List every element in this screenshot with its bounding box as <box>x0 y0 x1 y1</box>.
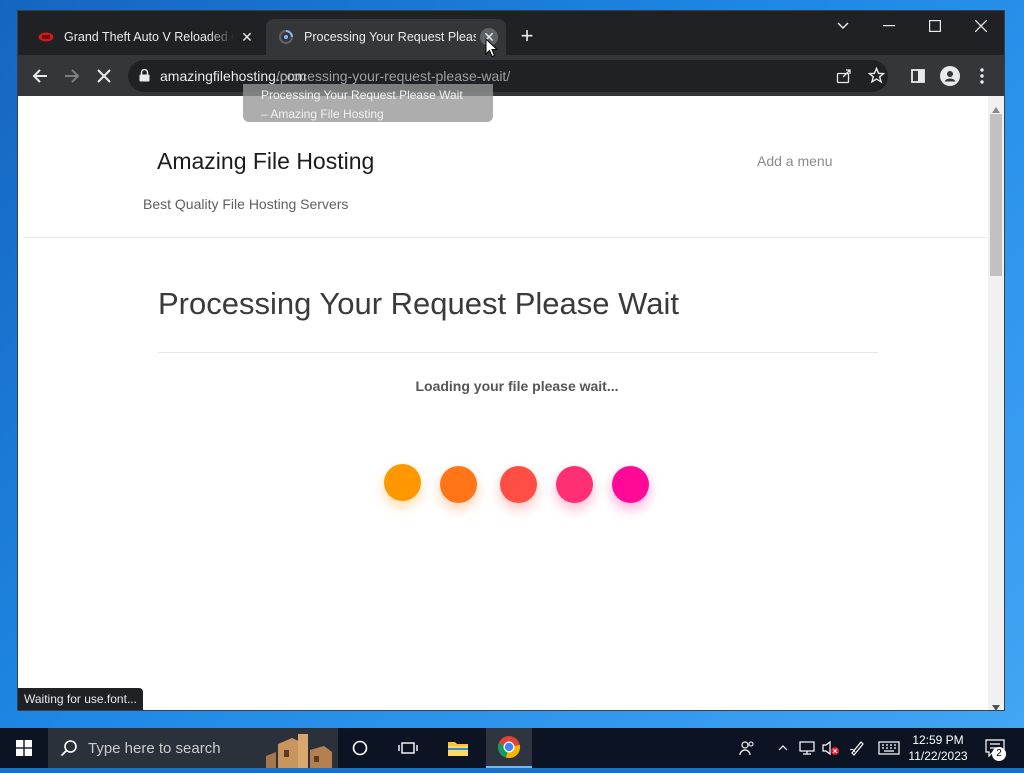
task-view-icon[interactable] <box>388 728 428 768</box>
taskbar-search-box[interactable]: Type here to search <box>48 728 338 768</box>
chrome-taskbar-icon[interactable] <box>486 728 532 768</box>
loader-dot <box>440 466 477 503</box>
tab-title: Processing Your Request Please <box>304 30 476 44</box>
search-placeholder: Type here to search <box>88 740 221 757</box>
tooltip-title-cont: – Amazing File Hosting <box>261 107 384 121</box>
new-tab-icon[interactable]: + <box>516 25 538 48</box>
windows-start-icon[interactable] <box>4 728 44 768</box>
network-icon[interactable] <box>796 728 818 768</box>
search-highlight-image-icon <box>262 730 336 773</box>
page-title: Processing Your Request Please Wait <box>158 286 679 321</box>
loading-spinner-icon <box>278 29 294 45</box>
tab-processing[interactable]: Processing Your Request Please ✕ <box>266 19 506 55</box>
file-explorer-icon[interactable] <box>438 728 478 768</box>
tab-search-chevron-icon[interactable] <box>820 11 866 41</box>
side-panel-icon[interactable] <box>905 63 931 89</box>
back-arrow-icon[interactable] <box>27 63 53 89</box>
loader-dot <box>612 466 649 503</box>
kebab-menu-icon[interactable] <box>969 63 995 89</box>
url-path: /processing-your-request-please-wait/ <box>276 68 511 84</box>
add-menu-link[interactable]: Add a menu <box>757 153 833 169</box>
pen-workspace-icon[interactable] <box>846 728 868 768</box>
tab-title: Grand Theft Auto V Reloaded GTA <box>64 30 234 44</box>
header-divider <box>23 237 988 238</box>
site-tagline: Best Quality File Hosting Servers <box>143 196 349 212</box>
loader-dot <box>500 466 537 503</box>
browser-window: Grand Theft Auto V Reloaded GTA ✕ Proces… <box>18 11 1004 711</box>
cortana-icon[interactable] <box>340 728 380 768</box>
profile-avatar-icon[interactable] <box>937 63 963 89</box>
bookmark-star-icon[interactable] <box>867 66 886 89</box>
tray-chevron-up-icon[interactable] <box>774 728 792 768</box>
tab-hover-tooltip: Processing Your Request Please Wait – Am… <box>243 84 493 122</box>
tab-strip: Grand Theft Auto V Reloaded GTA ✕ Proces… <box>18 11 1004 55</box>
close-tab-icon[interactable]: ✕ <box>238 28 256 46</box>
scroll-thumb[interactable] <box>990 114 1002 276</box>
notification-count-badge: 2 <box>992 747 1006 761</box>
tooltip-title: Processing Your Request Please Wait <box>261 88 463 102</box>
close-window-icon[interactable] <box>958 11 1004 41</box>
page-scrollbar[interactable] <box>988 96 1004 711</box>
tab-gta[interactable]: Grand Theft Auto V Reloaded GTA ✕ <box>26 19 264 55</box>
taskbar: Type here to search 12:59 PM 11/22/2023 … <box>0 728 1024 768</box>
people-icon[interactable] <box>736 728 758 768</box>
maximize-icon[interactable] <box>912 11 958 41</box>
loader-dot <box>384 464 421 501</box>
clock-time: 12:59 PM <box>912 733 964 747</box>
site-title[interactable]: Amazing File Hosting <box>157 148 374 175</box>
minimize-icon[interactable] <box>866 11 912 41</box>
search-icon <box>60 739 78 762</box>
loading-message: Loading your file please wait... <box>415 378 619 394</box>
notifications-icon[interactable]: 2 <box>980 728 1010 768</box>
stop-loading-icon[interactable] <box>91 63 117 89</box>
lock-icon[interactable] <box>139 68 150 87</box>
web-page: Amazing File Hosting Add a menu Best Qua… <box>18 96 988 710</box>
loader-dot <box>556 466 593 503</box>
gta-favicon-icon <box>38 29 54 45</box>
clock-date: 11/22/2023 <box>908 749 968 763</box>
address-bar[interactable]: amazingfilehosting.com /processing-your-… <box>128 60 888 92</box>
volume-muted-icon[interactable] <box>820 728 842 768</box>
scroll-down-arrow-icon[interactable] <box>992 698 1000 716</box>
mouse-cursor-icon <box>485 37 499 63</box>
title-divider <box>158 352 878 353</box>
touch-keyboard-icon[interactable] <box>876 728 902 768</box>
browser-toolbar: amazingfilehosting.com /processing-your-… <box>18 55 1004 96</box>
share-icon[interactable] <box>836 68 852 89</box>
status-bubble: Waiting for use.font... <box>18 688 143 710</box>
forward-arrow-icon[interactable] <box>59 63 85 89</box>
system-clock[interactable]: 12:59 PM 11/22/2023 <box>905 732 971 764</box>
